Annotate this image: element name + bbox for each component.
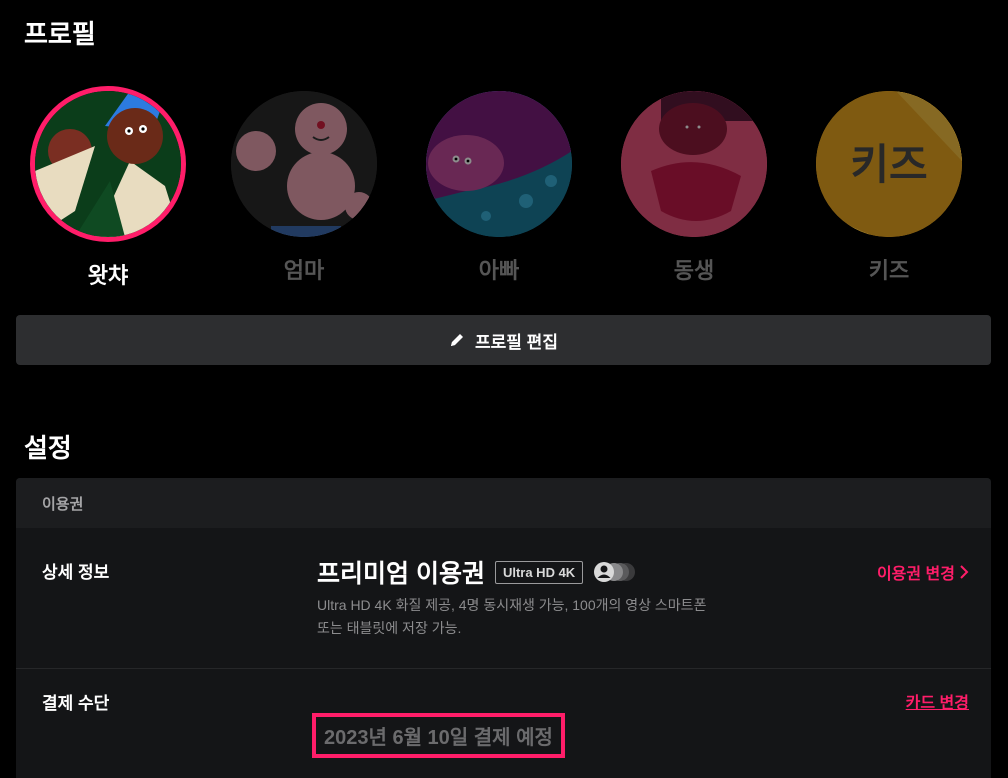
profile-name: 동생 — [673, 258, 715, 283]
profile-item-dad[interactable]: 아빠 — [421, 86, 577, 285]
next-payment-date: 2023년 6월 10일 결제 예정 — [312, 713, 565, 758]
avatar[interactable] — [621, 91, 767, 237]
edit-profile-label: 프로필 편집 — [475, 332, 558, 352]
profile-item-kids[interactable]: 키즈 키즈 — [811, 86, 967, 285]
pencil-icon — [449, 332, 465, 348]
avatar[interactable] — [426, 91, 572, 237]
profiles-title: 프로필 — [24, 19, 96, 49]
profile-name: 엄마 — [283, 258, 325, 283]
avatar[interactable] — [231, 91, 377, 237]
plan-summary: 프리미엄 이용권 Ultra HD 4K — [317, 554, 637, 590]
change-plan-link[interactable]: 이용권 변경 — [877, 560, 969, 584]
subscription-header: 이용권 — [16, 478, 991, 528]
change-card-link[interactable]: 카드 변경 — [906, 689, 969, 713]
edit-profile-button[interactable]: 프로필 편집 — [16, 315, 991, 365]
avatar-watcha-image — [35, 91, 181, 237]
payment-method-row: 결제 수단 2023년 6월 10일 결제 예정 카드 변경 — [16, 669, 991, 778]
profile-item-mom[interactable]: 엄마 — [226, 86, 382, 285]
subscription-panel: 이용권 상세 정보 프리미엄 이용권 Ultra HD 4K Ultra HD … — [16, 478, 991, 778]
profile-list: 왓챠 엄마 아빠 동생 키즈 키즈 — [0, 86, 1008, 296]
plan-details-label: 상세 정보 — [42, 563, 110, 582]
concurrent-streams-icon — [593, 561, 637, 583]
avatar-dad-image — [426, 91, 572, 237]
profile-name: 왓챠 — [87, 263, 129, 288]
profile-item-watcha[interactable]: 왓챠 — [30, 86, 186, 290]
change-plan-label: 이용권 변경 — [876, 566, 955, 583]
chevron-right-icon — [959, 565, 969, 579]
profile-name: 아빠 — [478, 258, 520, 283]
plan-details-row: 상세 정보 프리미엄 이용권 Ultra HD 4K Ultra HD 4K 화… — [16, 528, 991, 669]
profile-name: 키즈 — [868, 258, 910, 283]
avatar[interactable]: 키즈 — [816, 91, 962, 237]
quality-badge: Ultra HD 4K — [494, 560, 584, 584]
avatar-mom-image — [231, 91, 377, 237]
avatar-sibling-image — [621, 91, 767, 237]
settings-title: 설정 — [24, 433, 72, 463]
plan-name: 프리미엄 이용권 — [317, 560, 485, 588]
profile-item-sibling[interactable]: 동생 — [616, 86, 772, 285]
avatar-kids-image: 키즈 — [816, 91, 962, 237]
plan-description: Ultra HD 4K 화질 제공, 4명 동시재생 가능, 100개의 영상 … — [317, 597, 707, 636]
kids-avatar-text: 키즈 — [850, 140, 927, 189]
payment-method-label: 결제 수단 — [42, 694, 110, 713]
avatar[interactable] — [30, 86, 186, 242]
